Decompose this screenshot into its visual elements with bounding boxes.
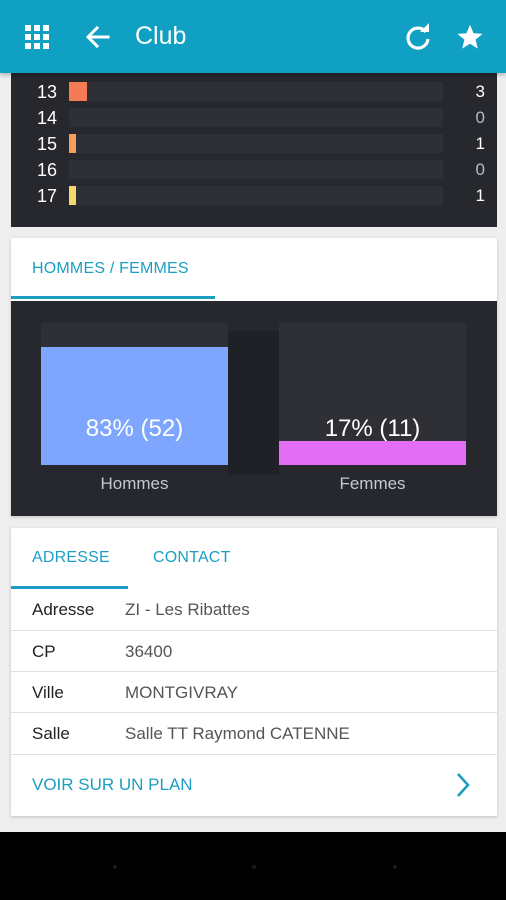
- histogram-bar: [69, 134, 76, 153]
- view-on-map-label: VOIR SUR UN PLAN: [32, 775, 193, 794]
- chevron-right-icon: [455, 772, 471, 803]
- age-label: 16: [37, 160, 58, 180]
- address-card: ADRESSE CONTACT Adresse ZI - Les Ribatte…: [11, 528, 497, 816]
- tab-adresse[interactable]: ADRESSE: [32, 549, 110, 567]
- tab-hommes-femmes[interactable]: HOMMES / FEMMES: [32, 260, 189, 278]
- femmes-percent-label: 17% (11): [324, 415, 421, 442]
- view-on-map-link[interactable]: VOIR SUR UN PLAN: [11, 754, 497, 816]
- histogram-bar: [69, 82, 87, 101]
- nav-recents-button[interactable]: [393, 865, 397, 869]
- gender-chart: 83% (52) 17% (11) Hommes Femmes: [11, 301, 497, 516]
- nav-home-button[interactable]: [252, 865, 256, 869]
- histogram-track: [69, 82, 443, 101]
- count-value: 0: [475, 160, 485, 179]
- histogram-row: 14 0: [11, 105, 497, 131]
- address-row: Adresse ZI - Les Ribattes: [11, 589, 497, 630]
- count-value: 3: [475, 82, 485, 101]
- address-key: Adresse: [32, 600, 95, 619]
- histogram-row: 17 1: [11, 183, 497, 209]
- city-value: MONTGIVRAY: [125, 683, 239, 702]
- age-label: 15: [37, 134, 58, 154]
- city-row: Ville MONTGIVRAY: [11, 671, 497, 712]
- arrow-back-icon[interactable]: [81, 20, 115, 54]
- count-value: 1: [475, 134, 485, 153]
- venue-value: Salle TT Raymond CATENNE: [125, 724, 350, 743]
- chart-divider: [228, 331, 279, 475]
- count-value: 0: [475, 108, 485, 127]
- venue-row: Salle Salle TT Raymond CATENNE: [11, 712, 497, 753]
- tab-contact[interactable]: CONTACT: [153, 549, 231, 567]
- address-value: ZI - Les Ribattes: [125, 600, 250, 619]
- hommes-bar: [41, 347, 228, 465]
- femmes-bar: [279, 441, 466, 465]
- histogram-row: 13 3: [11, 79, 497, 105]
- postal-code-row: CP 36400: [11, 630, 497, 671]
- app-bar: Club: [0, 0, 506, 73]
- histogram-bar: [69, 186, 76, 205]
- hommes-category-label: Hommes: [100, 474, 169, 493]
- histogram-track: [69, 134, 443, 153]
- refresh-icon[interactable]: [401, 20, 435, 54]
- age-label: 13: [37, 82, 58, 102]
- femmes-category-label: Femmes: [339, 474, 406, 493]
- gender-card: HOMMES / FEMMES 83% (52) 17% (11) Hommes…: [11, 238, 497, 516]
- apps-grid-icon[interactable]: [20, 20, 54, 54]
- tab-underline: [11, 296, 215, 299]
- histogram-row: 15 1: [11, 131, 497, 157]
- age-histogram-card: 12133140151160171: [11, 56, 497, 227]
- app-title: Club: [135, 22, 187, 50]
- histogram-row: 16 0: [11, 157, 497, 183]
- postal-code-key: CP: [32, 642, 56, 661]
- histogram-track: [69, 186, 443, 205]
- system-navigation-bar: [0, 832, 506, 900]
- age-label: 14: [37, 108, 58, 128]
- postal-code-value: 36400: [125, 642, 173, 661]
- age-label: 17: [37, 186, 58, 206]
- hommes-percent-label: 83% (52): [85, 415, 184, 442]
- histogram-track: [69, 108, 443, 127]
- count-value: 1: [475, 186, 485, 205]
- star-icon[interactable]: [453, 20, 487, 54]
- nav-back-button[interactable]: [113, 865, 117, 869]
- histogram-track: [69, 160, 443, 179]
- city-key: Ville: [32, 683, 64, 702]
- venue-key: Salle: [32, 724, 70, 743]
